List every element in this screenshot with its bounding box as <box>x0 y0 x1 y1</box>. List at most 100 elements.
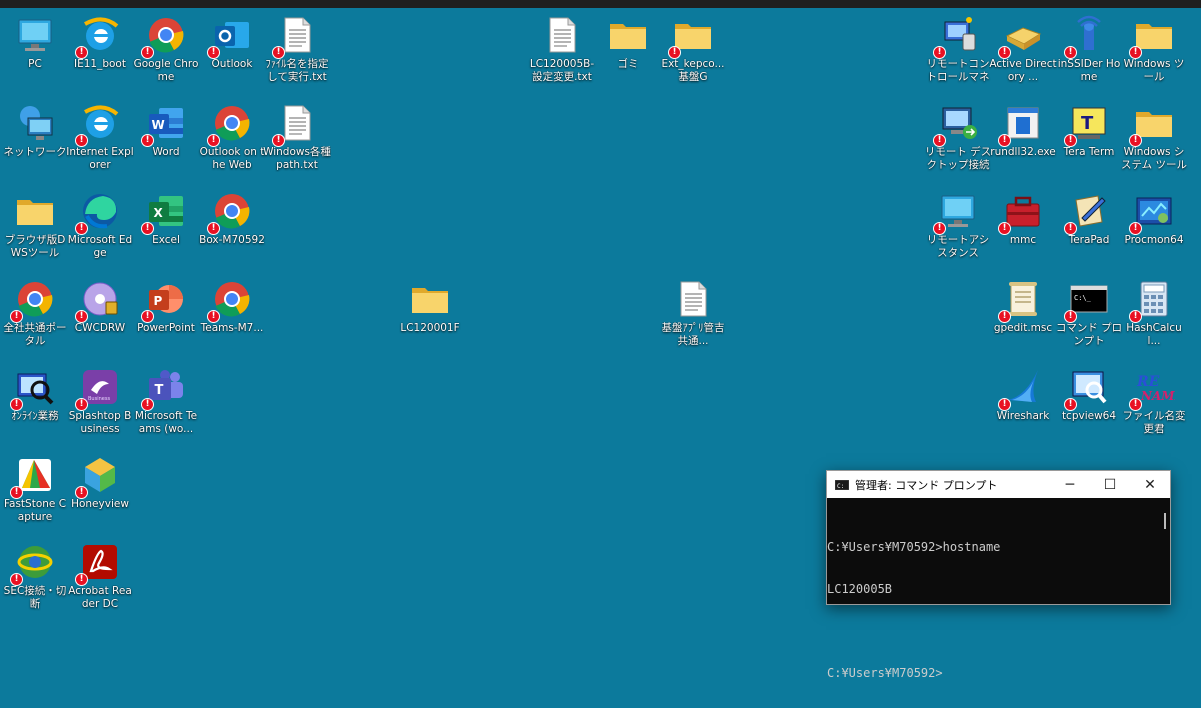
desktop-icon-label: リモートアシスタンス <box>926 234 990 259</box>
desktop-icon[interactable]: ! Procmon64 <box>1121 184 1187 270</box>
warning-badge-icon: ! <box>141 222 154 235</box>
desktop-icon[interactable]: ! rundll32.exe <box>990 96 1056 182</box>
desktop-icon-label: Acrobat Reader DC <box>68 585 132 610</box>
cmd-title-bar[interactable]: C: 管理者: コマンド プロンプト ─ ☐ ✕ <box>827 471 1170 498</box>
desktop-icon[interactable]: ! Microsoft Edge <box>67 184 133 270</box>
desktop-icon[interactable]: ! SEC接続・切断 <box>2 535 68 621</box>
desktop-icon[interactable]: P! PowerPoint <box>133 272 199 358</box>
desktop-icon[interactable]: RENAME!ファイル名変更君 <box>1121 360 1187 446</box>
desktop-icon[interactable]: ネットワーク <box>2 96 68 182</box>
desktop-icon-label: ファイル名変更君 <box>1122 410 1186 435</box>
disc-icon: ! <box>75 278 121 323</box>
desktop-icon[interactable]: !リモートコントロールマネージャ <box>925 8 991 94</box>
desktop-icon[interactable]: T! Tera Term <box>1056 96 1122 182</box>
warning-badge-icon: ! <box>75 486 88 499</box>
desktop-icon-label: PC <box>28 58 42 70</box>
desktop-icon[interactable]: T! Microsoft Teams (wo... <box>133 360 199 446</box>
desktop-icon[interactable]: W! Word <box>133 96 199 182</box>
warning-badge-icon: ! <box>668 46 681 59</box>
desktop-icon[interactable]: ! tcpview64 <box>1056 360 1122 446</box>
desktop-icon[interactable]: ! mmc <box>990 184 1056 270</box>
textfile-icon <box>672 278 714 320</box>
cmd-console[interactable]: C:¥Users¥M70592>hostname LC120005B ​ C:¥… <box>827 498 1170 708</box>
rdp-icon: ! <box>933 102 979 147</box>
desktop-icon[interactable]: LC120001F <box>397 272 463 358</box>
desktop-icon-label: Ext_kepco...基盤G <box>661 58 725 83</box>
desktop-icon[interactable]: ブラウザ版DWSツール <box>2 184 68 270</box>
warning-badge-icon: ! <box>207 46 220 59</box>
folder-icon: ! <box>668 14 714 59</box>
folder-icon <box>14 190 56 232</box>
desktop-icon[interactable]: LC120005B-設定変更.txt <box>529 8 595 94</box>
desktop-icon[interactable]: ! Honeyview <box>67 448 133 534</box>
monitor-icon: ! <box>933 190 979 235</box>
command-prompt-window[interactable]: C: 管理者: コマンド プロンプト ─ ☐ ✕ C:¥Users¥M70592… <box>826 470 1171 680</box>
desktop-icon[interactable]: ! Box-M70592 <box>199 184 265 270</box>
svg-text:T: T <box>1081 113 1094 134</box>
textfile-icon: ! <box>272 14 318 59</box>
desktop-icon[interactable]: Business! Splashtop Business <box>67 360 133 446</box>
desktop-icon[interactable]: PC <box>2 8 68 94</box>
desktop-icon[interactable]: C:\_! コマンド プロンプト <box>1056 272 1122 358</box>
cmd-scrollbar[interactable] <box>1164 513 1166 529</box>
close-button[interactable]: ✕ <box>1130 471 1170 498</box>
desktop-icon-label: Windows システム ツール <box>1120 146 1188 171</box>
maximize-button[interactable]: ☐ <box>1090 471 1130 498</box>
desktop-icon[interactable]: ! Windows各種path.txt <box>263 96 331 182</box>
desktop-icon[interactable]: ! Acrobat Reader DC <box>67 535 133 621</box>
desktop-icon-label: Tera Term <box>1063 146 1115 158</box>
desktop-icon[interactable]: ! gpedit.msc <box>990 272 1056 358</box>
desktop-icon[interactable]: ! Wireshark <box>990 360 1056 446</box>
desktop-icon[interactable]: ! リモート デスクトップ接続 <box>925 96 991 182</box>
desktop-icon[interactable]: ! Teams-M7... <box>199 272 265 358</box>
desktop-icon[interactable]: 基盤ｱﾌﾟﾘ管吉 共通... <box>660 272 727 358</box>
desktop-icon-label: リモートコントロールマネージャ <box>926 58 990 83</box>
desktop-icon-label: リモート デスクトップ接続 <box>924 146 992 171</box>
desktop-icon[interactable]: ! Ext_kepco...基盤G <box>660 8 726 94</box>
desktop-icon[interactable]: ! ｵﾝﾗｲﾝ業務 <box>2 360 68 446</box>
desktop-icon[interactable]: ! リモートアシスタンス <box>925 184 991 270</box>
desktop-icon[interactable]: ! HashCalcul... <box>1121 272 1187 358</box>
desktop-icon[interactable]: ! TeraPad <box>1056 184 1122 270</box>
edge-icon: ! <box>75 190 121 235</box>
desktop-icon[interactable]: ! Windows ツール <box>1121 8 1187 94</box>
desktop-icon[interactable]: ! Google Chrome <box>133 8 199 94</box>
desktop-icon[interactable]: X! Excel <box>133 184 199 270</box>
svg-text:Business: Business <box>88 396 110 402</box>
warning-badge-icon: ! <box>75 398 88 411</box>
desktop-icon-label: コマンド プロンプト <box>1055 322 1123 347</box>
desktop-icon-label: ﾌｧｲﾙ名を指定して実行.txt <box>265 58 329 83</box>
desktop-icon[interactable]: ! 全社共通ポータル <box>2 272 68 358</box>
desktop-icon[interactable]: ! Outlook on the Web <box>199 96 265 182</box>
desktop-icon[interactable]: ! Internet Explorer <box>66 96 134 182</box>
desktop-icon[interactable]: ! Outlook <box>199 8 265 94</box>
desktop-icon[interactable]: ! ﾌｧｲﾙ名を指定して実行.txt <box>264 8 330 94</box>
desktop-icon-label: mmc <box>1009 234 1037 246</box>
folder-icon: ! <box>1129 102 1175 147</box>
desktop-icon[interactable]: ! FastStone Capture <box>2 448 68 534</box>
svg-text:C:\_: C:\_ <box>1074 294 1092 302</box>
desktop-icon[interactable]: ! Active Directory ... <box>989 8 1057 94</box>
folder-icon: ! <box>1129 14 1175 59</box>
desktop-icon[interactable]: ! IE11_boot <box>67 8 133 94</box>
warning-badge-icon: ! <box>75 46 88 59</box>
console-line: ​ <box>827 624 1168 638</box>
desktop-icon-label: Windows各種path.txt <box>263 146 331 171</box>
desktop-icon[interactable]: ゴミ <box>595 8 661 94</box>
warning-badge-icon: ! <box>75 573 88 586</box>
desktop-icon[interactable]: ! Windows システム ツール <box>1121 96 1187 182</box>
rundll-icon: ! <box>998 102 1044 147</box>
svg-text:X: X <box>154 206 164 220</box>
remote-icon: ! <box>933 14 979 59</box>
warning-badge-icon: ! <box>1129 134 1142 147</box>
desktop-icon[interactable]: ! inSSIDer Home <box>1056 8 1122 94</box>
monitor-icon <box>14 14 56 56</box>
minimize-button[interactable]: ─ <box>1050 471 1090 498</box>
desktop-icon[interactable]: ! CWCDRW <box>67 272 133 358</box>
ppt-icon: P! <box>141 278 187 323</box>
desktop-icon-label: inSSIDer Home <box>1057 58 1121 83</box>
excel-icon: X! <box>141 190 187 235</box>
desktop-icon-label: Word <box>152 146 180 158</box>
warning-badge-icon: ! <box>141 134 154 147</box>
desktop-icon-label: TeraPad <box>1068 234 1110 246</box>
